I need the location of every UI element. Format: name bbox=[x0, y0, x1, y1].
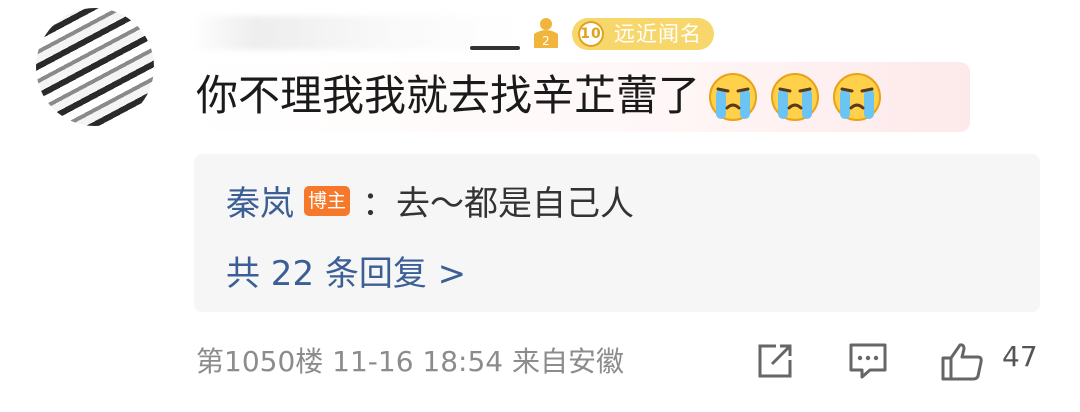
svg-text:2: 2 bbox=[542, 34, 550, 48]
username-blurred[interactable] bbox=[190, 16, 520, 50]
crying-emoji-icon bbox=[709, 73, 757, 121]
fan-level-number: 10 bbox=[578, 21, 604, 47]
view-replies-link[interactable]: 共 22 条回复 > bbox=[226, 246, 466, 295]
crying-emoji-icon bbox=[833, 73, 881, 121]
comment-meta: 第1050楼 11-16 18:54 来自安徽 bbox=[196, 345, 625, 378]
crying-emoji-icon bbox=[771, 73, 819, 121]
host-badge: 博主 bbox=[304, 186, 350, 216]
reply-author-name[interactable]: 秦岚 bbox=[226, 176, 294, 225]
fan-level-label: 远近闻名 bbox=[614, 22, 702, 46]
fan-level-badge[interactable]: 10 远近闻名 bbox=[572, 18, 714, 50]
user-level-icon: 2 bbox=[534, 18, 558, 48]
avatar[interactable] bbox=[36, 8, 154, 126]
comment-icon[interactable] bbox=[848, 342, 888, 380]
like-icon[interactable] bbox=[940, 342, 984, 382]
comment-text: 你不理我我就去找辛芷蕾了 bbox=[196, 71, 701, 120]
share-icon[interactable] bbox=[756, 342, 794, 380]
reply-preview-box[interactable]: 秦岚 博主 ：去～都是自己人 共 22 条回复 > bbox=[194, 154, 1040, 312]
username-underline bbox=[470, 46, 520, 50]
reply-text: ：去～都是自己人 bbox=[362, 184, 634, 224]
like-count: 47 bbox=[1002, 340, 1038, 373]
